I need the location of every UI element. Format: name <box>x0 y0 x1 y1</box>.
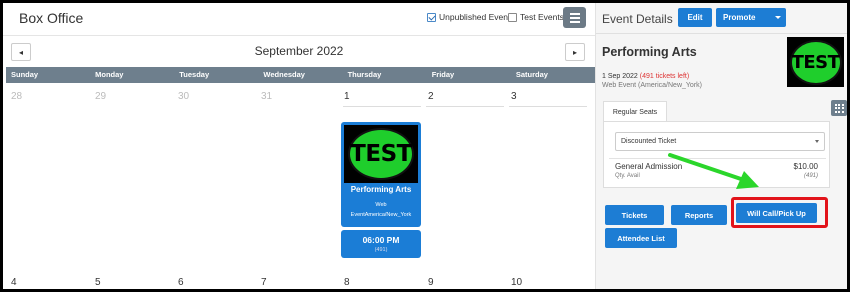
event-date: 1 Sep 2022 <box>602 73 638 80</box>
grid-icon[interactable] <box>831 100 847 116</box>
hamburger-menu-button[interactable] <box>563 7 586 28</box>
event-title: Performing Arts <box>602 45 697 59</box>
calendar-day[interactable]: 29 <box>95 91 106 102</box>
weekday-label: Monday <box>95 70 124 79</box>
calendar-day[interactable]: 2 <box>428 91 434 102</box>
test-events-label: Test Events <box>520 12 564 22</box>
page-title: Box Office <box>19 10 84 26</box>
calendar-day[interactable]: 7 <box>261 277 267 288</box>
attendee-list-button[interactable]: Attendee List <box>605 228 677 248</box>
calendar-day[interactable]: 9 <box>428 277 434 288</box>
event-location: Web Event (America/New_York) <box>602 82 702 89</box>
reports-button[interactable]: Reports <box>671 205 727 225</box>
unpublished-events-toggle[interactable]: Unpublished Events <box>427 12 515 22</box>
select-value: Discounted Ticket <box>621 138 677 145</box>
event-details-panel: Event Details Edit Promote Performing Ar… <box>595 3 847 289</box>
chevron-right-icon: ▸ <box>572 47 577 57</box>
calendar-event-card[interactable]: TEST Performing Arts Web EventAmerica/Ne… <box>341 122 421 227</box>
divider <box>596 33 847 34</box>
app-window: Box Office Unpublished Events Test Event… <box>3 3 847 289</box>
calendar-day[interactable]: 30 <box>178 91 189 102</box>
edit-button[interactable]: Edit <box>678 8 712 27</box>
event-time-slot[interactable]: 06:00 PM (491) <box>341 230 421 258</box>
calendar-day[interactable]: 28 <box>11 91 22 102</box>
qty-value: (491) <box>803 173 818 179</box>
event-name: Performing Arts <box>350 185 412 194</box>
menu-icon <box>569 12 580 15</box>
event-logo: TEST <box>344 125 418 183</box>
test-events-toggle[interactable]: Test Events <box>508 12 564 22</box>
ticket-name: General Admission <box>615 162 683 171</box>
calendar-day[interactable]: 10 <box>511 277 522 288</box>
event-timezone: EventAmerica/New_York <box>350 212 412 218</box>
event-time: 06:00 PM <box>362 235 400 245</box>
divider <box>3 35 595 36</box>
promote-dropdown-button[interactable]: Promote <box>716 8 786 27</box>
calendar-day[interactable]: 31 <box>261 91 272 102</box>
tickets-left: (491 tickets left) <box>639 73 690 80</box>
calendar-day[interactable]: 8 <box>344 277 350 288</box>
caret-down-icon <box>775 16 781 19</box>
logo-text: TEST <box>350 141 412 167</box>
event-type: Web <box>375 202 387 208</box>
divider <box>609 158 826 159</box>
calendar-panel: Box Office Unpublished Events Test Event… <box>3 3 595 289</box>
ticket-price: $10.00 <box>793 162 818 171</box>
qty-label: Qty. Avail <box>615 173 640 179</box>
tab-panel: Discounted Ticket General Admission $10.… <box>603 121 830 188</box>
weekday-label: Thursday <box>347 70 382 79</box>
calendar-day[interactable]: 3 <box>511 91 517 102</box>
caret-down-icon <box>815 140 819 143</box>
month-label: September 2022 <box>254 44 344 58</box>
tab-regular-seats[interactable]: Regular Seats <box>603 101 667 122</box>
weekday-label: Saturday <box>515 70 548 79</box>
weekday-header: Sunday Monday Tuesday Wednesday Thursday… <box>6 67 595 83</box>
weekday-label: Friday <box>431 70 455 79</box>
weekday-label: Tuesday <box>179 70 210 79</box>
promote-label: Promote <box>723 13 756 22</box>
event-logo: TEST <box>787 37 844 87</box>
calendar-day[interactable]: 4 <box>11 277 17 288</box>
highlight-box <box>731 197 828 228</box>
weekday-label: Sunday <box>11 70 39 79</box>
unpublished-events-label: Unpublished Events <box>439 12 515 22</box>
test-events-checkbox[interactable] <box>508 12 517 22</box>
day-divider <box>509 106 587 107</box>
calendar-day[interactable]: 5 <box>95 277 101 288</box>
calendar-day[interactable]: 6 <box>178 277 184 288</box>
weekday-label: Wednesday <box>263 70 305 79</box>
tickets-button[interactable]: Tickets <box>605 205 664 225</box>
event-date-line: 1 Sep 2022 (491 tickets left) <box>602 73 689 80</box>
day-divider <box>426 106 504 107</box>
event-count: (491) <box>374 247 388 253</box>
unpublished-events-checkbox[interactable] <box>427 12 436 22</box>
logo-text: TEST <box>791 51 840 73</box>
details-heading: Event Details <box>602 12 673 26</box>
day-divider <box>343 106 421 107</box>
calendar-day[interactable]: 1 <box>344 91 350 102</box>
ticket-type-select[interactable]: Discounted Ticket <box>615 132 825 151</box>
next-month-button[interactable]: ▸ <box>565 43 585 61</box>
